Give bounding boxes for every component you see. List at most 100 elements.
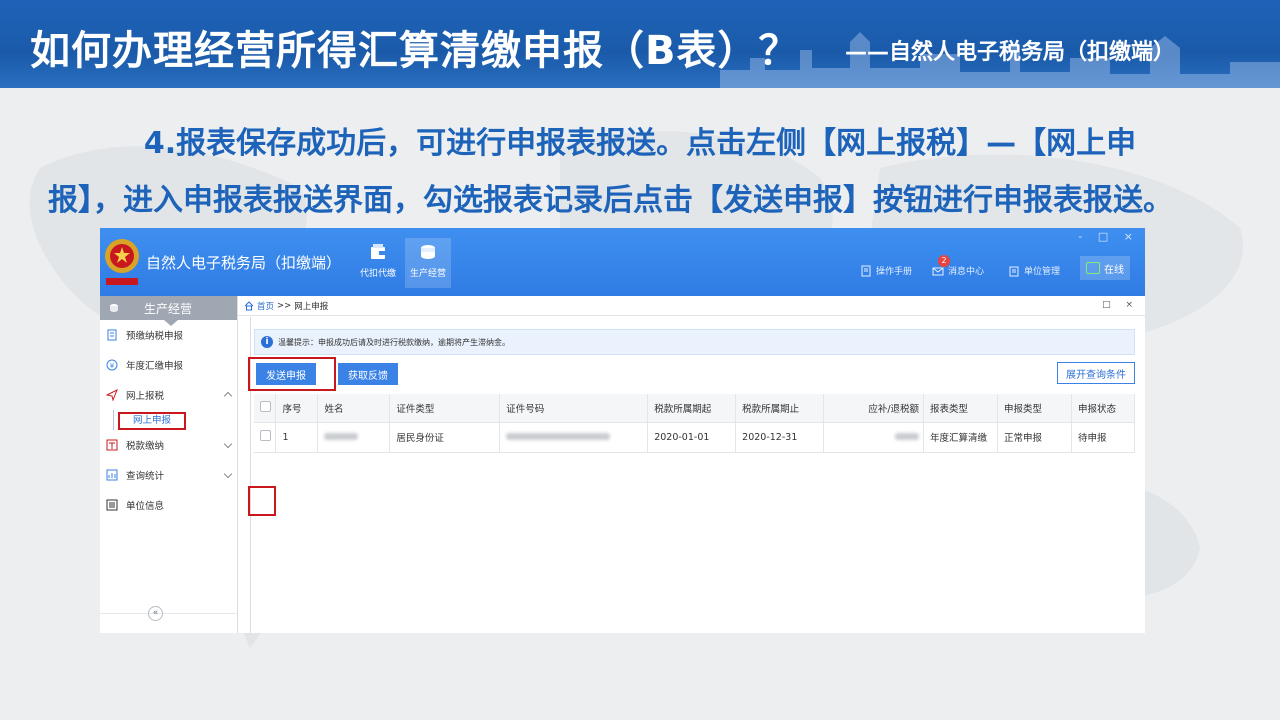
tab-controls[interactable]: □ ×: [1102, 300, 1139, 310]
sidebar-subitem-online-declare[interactable]: 网上申报: [100, 410, 237, 430]
get-feedback-button[interactable]: 获取反馈: [338, 363, 398, 385]
sidebar-item-annual[interactable]: ¥ 年度汇缴申报: [100, 350, 237, 380]
table-row[interactable]: 1 居民身份证 2020-01-01 2020-12-31 年度汇算清缴 正常申…: [254, 422, 1136, 453]
column-header: 序号: [275, 394, 319, 423]
unit-management-label: 单位管理: [1024, 267, 1061, 277]
book-icon: [861, 265, 871, 276]
document-icon: [107, 329, 117, 341]
online-status-label: 在线: [1104, 264, 1124, 276]
instruction-line-1: 4.报表保存成功后，可进行申报表报送。点击左侧【网上报税】—【网上申: [143, 126, 1137, 161]
slide-title: 如何办理经营所得汇算清缴申报（B表）？: [30, 28, 800, 74]
table-header-row: 序号 姓名 证件类型 证件号码 税款所属期起 税款所属期止 应补/退税额 报表类…: [254, 394, 1136, 423]
tip-text: 温馨提示：申报成功后请及时进行税款缴纳，逾期将产生滞纳金。: [278, 337, 510, 347]
declaration-table: 序号 姓名 证件类型 证件号码 税款所属期起 税款所属期止 应补/退税额 报表类…: [254, 394, 1136, 453]
cell-period-start: 2020-01-01: [647, 422, 737, 453]
home-icon: [244, 300, 254, 310]
chevron-up-icon: [223, 391, 233, 401]
redacted-id-number: [506, 432, 611, 440]
sidebar-item-label: 单位信息: [126, 501, 165, 512]
sidebar-item-label: 预缴纳税申报: [126, 331, 184, 342]
cell-report-type: 年度汇算清缴: [923, 422, 998, 453]
breadcrumb: 首页 >> 网上申报: [238, 296, 1145, 316]
breadcrumb-home-link[interactable]: 首页: [257, 300, 274, 312]
sidebar-item-label: 税款缴纳: [126, 441, 165, 452]
main-content: 首页 >> 网上申报 □ × i 温馨提示：申报成功后请及时进行税款缴纳，逾期将…: [238, 296, 1145, 633]
chart-icon: [106, 469, 118, 481]
sidebar: 生产经营 预缴纳税申报 ¥ 年度汇缴申报 网上报税 网上申报 税款缴纳 查询统计: [100, 296, 238, 633]
info-icon: i: [261, 336, 273, 348]
tax-icon: [106, 439, 118, 451]
cell-status: 待申报: [1071, 422, 1136, 453]
tab-production[interactable]: 生产经营: [405, 238, 451, 288]
sidebar-item-tax-payment[interactable]: 税款缴纳: [100, 430, 237, 460]
sidebar-item-label: 查询统计: [126, 471, 165, 482]
breadcrumb-separator: >>: [277, 300, 292, 311]
checkbox[interactable]: [260, 400, 271, 412]
unit-management-link[interactable]: 单位管理: [1008, 264, 1060, 277]
column-header: 应补/退税额: [823, 394, 925, 423]
select-all-checkbox[interactable]: [254, 394, 277, 423]
tab-production-label: 生产经营: [409, 269, 446, 279]
app-header: 自然人电子税务局（扣缴端） 代扣代缴 生产经营 操作手册 消息中心 2 单位管理…: [100, 228, 1145, 296]
row-checkbox[interactable]: [260, 430, 271, 441]
cell-name: [317, 422, 391, 453]
sidebar-item-prepay[interactable]: 预缴纳税申报: [100, 320, 237, 350]
instruction-line-2: 报】，进入申报表报送界面，勾选报表记录后点击【发送申报】按钮进行申报表报送。: [48, 183, 1173, 218]
sidebar-header: 生产经营: [100, 296, 237, 326]
redacted-name: [324, 432, 359, 440]
collapse-sidebar-button[interactable]: «: [148, 606, 163, 621]
cell-amount: [823, 422, 925, 453]
app-window: 自然人电子税务局（扣缴端） 代扣代缴 生产经营 操作手册 消息中心 2 单位管理…: [100, 228, 1145, 633]
sidebar-item-unit-info[interactable]: 单位信息: [100, 490, 237, 520]
cell-period-end: 2020-12-31: [735, 422, 825, 453]
sidebar-item-label: 年度汇缴申报: [126, 361, 184, 372]
breadcrumb-current: 网上申报: [294, 301, 329, 312]
column-header: 申报状态: [1071, 394, 1136, 423]
highlight-box: [248, 486, 276, 516]
expand-query-button[interactable]: 展开查询条件: [1057, 362, 1135, 384]
svg-text:¥: ¥: [110, 362, 115, 370]
send-icon: [106, 389, 118, 401]
cell-declaration-type: 正常申报: [997, 422, 1072, 453]
yen-icon: ¥: [106, 359, 118, 371]
app-title: 自然人电子税务局（扣缴端）: [146, 254, 342, 272]
column-header: 证件类型: [389, 394, 501, 423]
tip-banner: i 温馨提示：申报成功后请及时进行税款缴纳，逾期将产生滞纳金。: [254, 329, 1135, 355]
tab-withholding-label: 代扣代缴: [359, 269, 396, 279]
slide-subtitle: ——自然人电子税务局（扣缴端）: [845, 40, 1176, 65]
chevron-down-icon: [223, 469, 233, 479]
tree-line: [113, 410, 114, 430]
sidebar-title: 生产经营: [144, 301, 193, 316]
message-center-label: 消息中心: [948, 267, 985, 277]
redacted-amount: [895, 432, 920, 440]
message-count-badge: 2: [938, 255, 950, 267]
window-controls[interactable]: - □ ×: [1078, 230, 1139, 243]
row-checkbox-cell[interactable]: [254, 422, 277, 453]
manual-link[interactable]: 操作手册: [860, 264, 912, 277]
building-icon: [1009, 266, 1019, 276]
sidebar-subitem-label[interactable]: 网上申报: [118, 412, 186, 430]
wallet-icon: [371, 244, 385, 259]
column-header: 申报类型: [997, 394, 1072, 423]
online-status[interactable]: 在线: [1080, 256, 1130, 280]
column-header: 报表类型: [923, 394, 998, 423]
column-header: 税款所属期止: [735, 394, 825, 423]
divider: [100, 613, 238, 614]
sidebar-item-query[interactable]: 查询统计: [100, 460, 237, 490]
slide-banner: 如何办理经营所得汇算清缴申报（B表）？ ——自然人电子税务局（扣缴端）: [0, 0, 1280, 88]
send-declaration-button[interactable]: 发送申报: [256, 363, 316, 385]
tab-withholding[interactable]: 代扣代缴: [355, 238, 401, 288]
monitor-check-icon: [1086, 262, 1100, 274]
cell-seq: 1: [275, 422, 319, 453]
sidebar-item-online-tax[interactable]: 网上报税: [100, 380, 237, 410]
national-emblem-icon: [105, 239, 139, 285]
column-header: 证件号码: [499, 394, 649, 423]
cell-id-number: [499, 422, 649, 453]
column-header: 姓名: [317, 394, 391, 423]
coins-icon: [110, 304, 118, 312]
cell-id-type: 居民身份证: [389, 422, 501, 453]
chevron-down-icon: [223, 439, 233, 449]
building-icon: [106, 499, 118, 511]
coins-icon: [421, 245, 435, 259]
manual-label: 操作手册: [876, 267, 913, 277]
